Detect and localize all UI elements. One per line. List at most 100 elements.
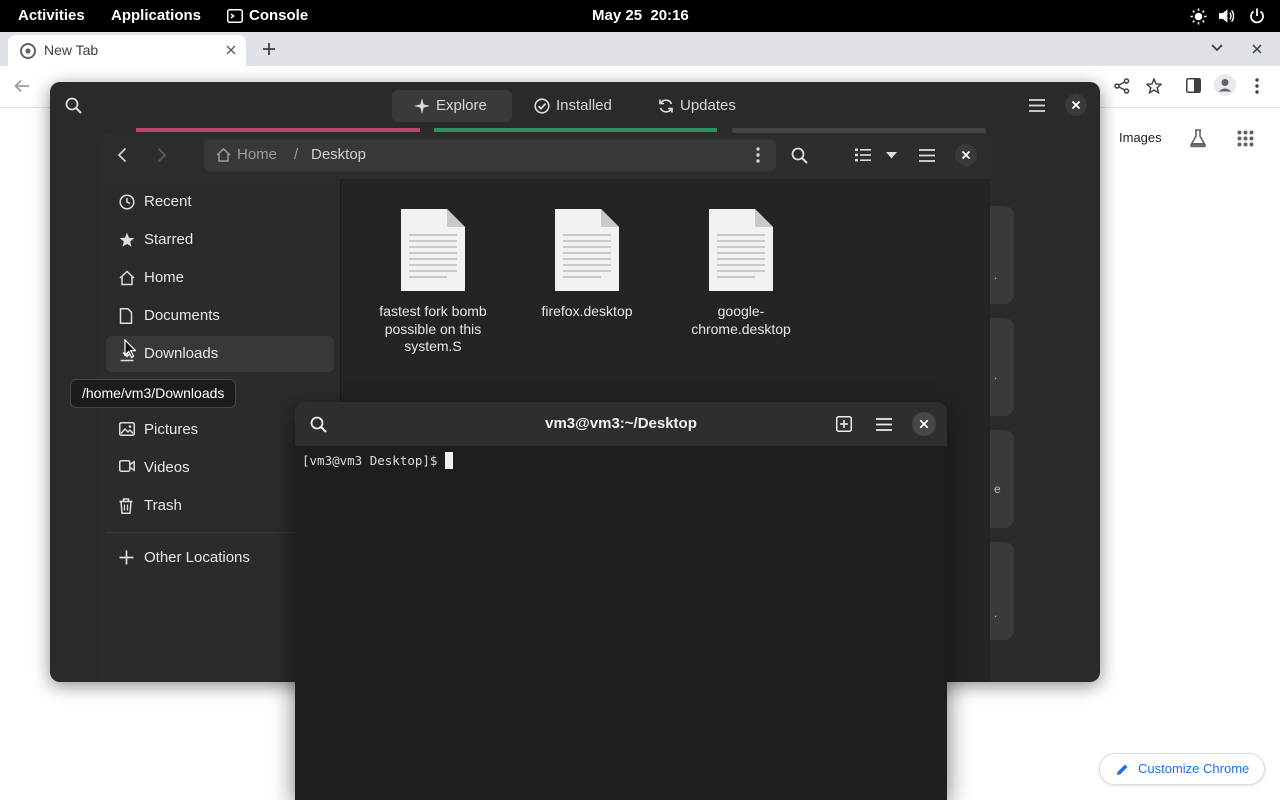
tab-installed-label: Installed bbox=[556, 97, 612, 114]
mouse-pointer-icon bbox=[124, 339, 136, 359]
text-file-icon bbox=[399, 207, 467, 293]
applications-menu[interactable]: Applications bbox=[111, 0, 201, 32]
software-close-icon[interactable] bbox=[1065, 94, 1087, 116]
tab-search-chevron-down-icon[interactable] bbox=[1211, 44, 1223, 52]
files-menu-hamburger-icon[interactable] bbox=[919, 149, 935, 162]
labs-flask-icon[interactable] bbox=[1188, 128, 1208, 148]
path-menu-kebab-icon[interactable] bbox=[756, 147, 760, 163]
star-icon bbox=[119, 232, 135, 248]
profile-avatar-icon[interactable] bbox=[1214, 74, 1236, 96]
new-tab-plus-icon[interactable] bbox=[262, 42, 276, 56]
file-item[interactable]: firefox.desktop bbox=[522, 207, 652, 321]
file-item[interactable]: fastest fork bomb possible on this syste… bbox=[368, 207, 498, 356]
tab-updates[interactable]: Updates bbox=[646, 90, 756, 122]
chrome-tab-strip: New Tab bbox=[0, 32, 1280, 66]
tab-installed[interactable]: Installed bbox=[522, 90, 632, 122]
gnome-top-bar: Activities Applications Console May 25 2… bbox=[0, 0, 1280, 32]
forward-chevron-icon[interactable] bbox=[157, 147, 167, 163]
customize-chrome-label: Customize Chrome bbox=[1138, 761, 1250, 776]
pictures-icon bbox=[119, 422, 135, 436]
pencil-icon bbox=[1116, 763, 1129, 776]
brightness-icon[interactable] bbox=[1190, 8, 1207, 25]
terminal-window: vm3@vm3:~/Desktop [vm3@vm3 Desktop]$ bbox=[295, 402, 947, 800]
text-file-icon bbox=[553, 207, 621, 293]
list-view-icon[interactable] bbox=[855, 148, 871, 162]
file-item[interactable]: google- chrome.desktop bbox=[676, 207, 806, 338]
sidebar-item-recent[interactable]: Recent bbox=[106, 184, 334, 220]
power-icon[interactable] bbox=[1249, 8, 1265, 24]
customize-chrome-button[interactable]: Customize Chrome bbox=[1099, 753, 1265, 785]
close-tab-icon[interactable] bbox=[226, 45, 236, 55]
text-file-icon bbox=[707, 207, 775, 293]
software-menu-hamburger-icon[interactable] bbox=[1029, 99, 1045, 112]
explore-icon bbox=[414, 98, 430, 114]
volume-icon[interactable] bbox=[1218, 8, 1235, 24]
sidebar-item-label: Other Locations bbox=[144, 549, 250, 566]
carousel-indicator-1 bbox=[136, 128, 420, 132]
files-search-icon[interactable] bbox=[791, 147, 808, 164]
back-arrow-icon[interactable] bbox=[14, 79, 30, 93]
apps-grid-icon[interactable] bbox=[1237, 130, 1254, 147]
sidebar-item-label: Documents bbox=[144, 307, 220, 324]
sidebar-item-label: Trash bbox=[144, 497, 182, 514]
chrome-menu-kebab-icon[interactable] bbox=[1255, 78, 1259, 94]
app-card[interactable]: . bbox=[988, 542, 1014, 640]
back-chevron-icon[interactable] bbox=[117, 147, 127, 163]
carousel-indicator-2 bbox=[434, 128, 717, 132]
path-home-label: Home bbox=[237, 146, 278, 163]
terminal-menu-hamburger-icon[interactable] bbox=[876, 418, 892, 431]
document-icon bbox=[119, 308, 133, 324]
side-panel-icon[interactable] bbox=[1186, 78, 1201, 93]
new-tab-icon[interactable] bbox=[836, 416, 852, 432]
sidebar-item-label: Pictures bbox=[144, 421, 199, 438]
share-icon[interactable] bbox=[1114, 78, 1130, 94]
google-header-links: il Images bbox=[1094, 128, 1280, 152]
sidebar-item-home[interactable]: Home bbox=[106, 260, 334, 296]
tab-updates-label: Updates bbox=[680, 97, 736, 114]
window-close-icon[interactable] bbox=[1252, 44, 1262, 54]
clock[interactable]: May 25 20:16 bbox=[592, 0, 689, 32]
file-name: fastest fork bomb possible on this syste… bbox=[379, 303, 487, 354]
sidebar-tooltip: /home/vm3/Downloads bbox=[70, 379, 237, 408]
activities-button[interactable]: Activities bbox=[18, 0, 85, 32]
path-current-desktop[interactable]: Desktop bbox=[311, 139, 366, 171]
terminal-cursor bbox=[445, 452, 453, 469]
terminal-body[interactable]: [vm3@vm3 Desktop]$ bbox=[295, 446, 947, 800]
images-link[interactable]: Images bbox=[1119, 130, 1162, 145]
app-card[interactable]: e bbox=[988, 430, 1014, 528]
clock-icon bbox=[119, 194, 135, 210]
path-bar: Home / Desktop bbox=[204, 139, 776, 171]
video-icon bbox=[119, 460, 135, 472]
sidebar-item-starred[interactable]: Starred bbox=[106, 222, 334, 258]
home-icon bbox=[216, 148, 231, 162]
app-card[interactable]: . bbox=[988, 318, 1014, 416]
software-search-icon[interactable] bbox=[65, 97, 82, 114]
sidebar-item-documents[interactable]: Documents bbox=[106, 298, 334, 334]
plus-icon bbox=[119, 550, 134, 565]
chrome-favicon-icon bbox=[20, 43, 36, 59]
sidebar-item-label: Recent bbox=[144, 193, 192, 210]
view-options-chevron-down-icon[interactable] bbox=[886, 152, 897, 159]
chrome-tab-new-tab[interactable]: New Tab bbox=[8, 35, 246, 66]
terminal-icon bbox=[227, 9, 243, 23]
tab-explore-label: Explore bbox=[436, 97, 487, 114]
updates-refresh-icon bbox=[658, 98, 674, 114]
files-close-icon[interactable] bbox=[955, 144, 977, 166]
trash-icon bbox=[119, 498, 133, 514]
path-separator: / bbox=[294, 146, 299, 163]
app-card[interactable]: . bbox=[988, 206, 1014, 304]
sidebar-item-label: Home bbox=[144, 269, 185, 286]
sidebar-item-downloads[interactable]: Downloads bbox=[106, 336, 334, 372]
files-header-bar: Home / Desktop bbox=[100, 133, 990, 179]
sidebar-item-label: Starred bbox=[144, 231, 194, 248]
terminal-header-bar: vm3@vm3:~/Desktop bbox=[295, 402, 947, 446]
home-icon bbox=[119, 270, 135, 286]
installed-check-icon bbox=[534, 98, 550, 114]
file-name: firefox.desktop bbox=[541, 303, 633, 319]
sidebar-item-label: Videos bbox=[144, 459, 190, 476]
terminal-close-icon[interactable] bbox=[912, 412, 936, 436]
chrome-tab-title: New Tab bbox=[44, 42, 99, 58]
console-label: Console bbox=[249, 7, 309, 24]
tab-explore[interactable]: Explore bbox=[392, 90, 512, 122]
bookmark-star-icon[interactable] bbox=[1146, 78, 1162, 94]
